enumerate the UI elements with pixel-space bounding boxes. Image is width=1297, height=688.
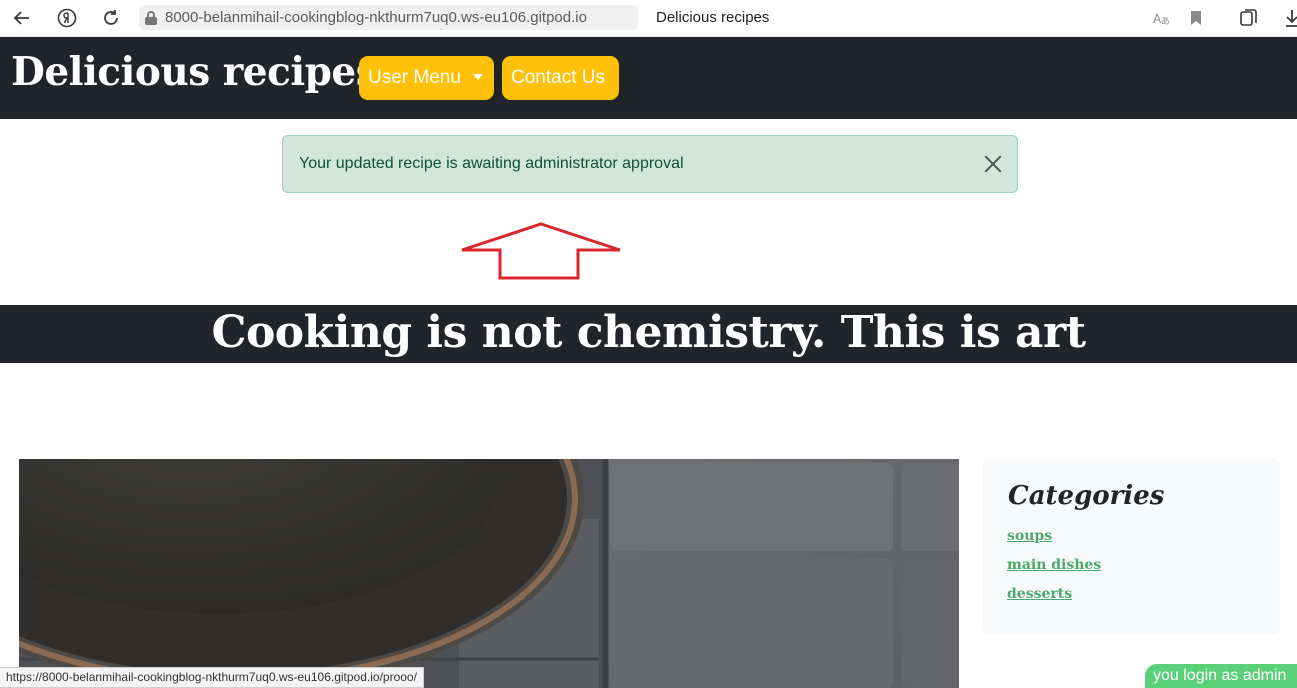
- category-link-soups[interactable]: soups: [1007, 528, 1052, 544]
- recipe-hero-image[interactable]: [19, 459, 959, 688]
- user-menu-button[interactable]: User Menu: [359, 56, 494, 100]
- download-icon[interactable]: [1280, 6, 1297, 30]
- address-bar[interactable]: 8000-belanmihail-cookingblog-nkthurm7uq0…: [139, 5, 638, 30]
- site-navbar: Delicious recipes User Menu Contact Us: [0, 37, 1297, 119]
- categories-title: Categories: [1008, 481, 1165, 511]
- caret-down-icon: [472, 74, 483, 80]
- translate-icon[interactable]: Aあ: [1149, 6, 1173, 30]
- yandex-icon[interactable]: [55, 6, 79, 30]
- close-icon[interactable]: [983, 154, 1003, 174]
- page-tab-title: Delicious recipes: [656, 9, 770, 26]
- contact-us-label: Contact Us: [511, 67, 605, 88]
- lock-icon: [145, 10, 157, 25]
- annotation-arrow-icon: [461, 222, 621, 280]
- url-text: 8000-belanmihail-cookingblog-nkthurm7uq0…: [165, 9, 587, 26]
- back-arrow-icon[interactable]: [10, 6, 34, 30]
- reload-icon[interactable]: [99, 6, 123, 30]
- category-link-desserts[interactable]: desserts: [1007, 586, 1072, 602]
- categories-card: Categories soups main dishes desserts: [983, 459, 1280, 634]
- site-brand[interactable]: Delicious recipes: [11, 49, 378, 95]
- approval-alert: Your updated recipe is awaiting administ…: [282, 135, 1018, 193]
- login-status-badge: you login as admin: [1145, 664, 1297, 688]
- status-bar-url: https://8000-belanmihail-cookingblog-nkt…: [0, 667, 424, 688]
- contact-us-button[interactable]: Contact Us: [502, 56, 619, 100]
- svg-text:あ: あ: [1161, 16, 1170, 27]
- browser-toolbar: 8000-belanmihail-cookingblog-nkthurm7uq0…: [0, 0, 1297, 37]
- user-menu-label: User Menu: [368, 67, 461, 88]
- alert-message: Your updated recipe is awaiting administ…: [299, 155, 684, 172]
- category-link-main-dishes[interactable]: main dishes: [1007, 557, 1101, 573]
- quote-banner: Cooking is not chemistry. This is art: [0, 305, 1297, 363]
- banner-quote: Cooking is not chemistry. This is art: [211, 307, 1086, 358]
- bookmark-icon[interactable]: [1184, 6, 1208, 30]
- collections-icon[interactable]: [1237, 6, 1261, 30]
